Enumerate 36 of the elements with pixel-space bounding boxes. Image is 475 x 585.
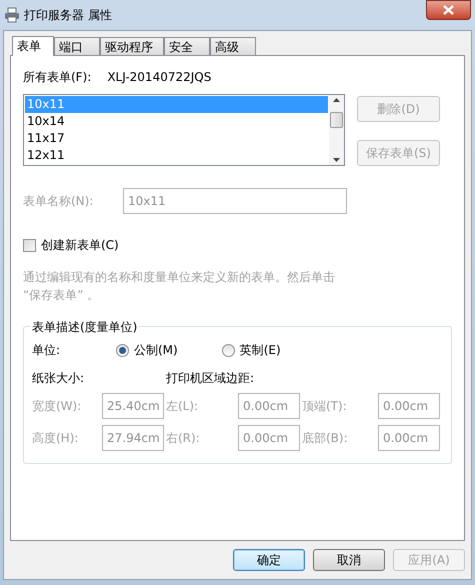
checkbox[interactable] [23,238,36,252]
tab[interactable]: 驱动程序 [100,37,164,55]
close-button[interactable] [426,0,471,20]
dialog-button[interactable]: 取消 [313,549,385,571]
paper-size-label: 纸张大小: [32,370,86,387]
scroll-thumb[interactable] [330,112,343,128]
down-arrow-icon [333,158,340,162]
units-label: 单位: [32,342,62,359]
list-item[interactable]: 11x17 [25,130,328,147]
checkbox-label: 创建新表单(C) [41,237,119,254]
up-arrow-icon [333,98,340,102]
printer-icon [4,7,20,23]
tab[interactable]: 高级 [210,37,256,55]
list-item[interactable]: 10x14 [25,113,328,130]
field-label: 顶端(T): [302,398,348,415]
radio-option[interactable]: 公制(M) [116,341,178,359]
tab[interactable]: 安全 [164,37,210,55]
list-item[interactable]: 12x11 [25,147,328,164]
field-label: 右(R): [166,430,201,447]
field-label: 左(L): [166,398,200,415]
forms-label: 所有表单(F): [23,69,92,86]
server-name: XLJ-20140722JQS [107,69,212,86]
tab[interactable]: 端口 [54,37,100,55]
dialog-button[interactable]: 确定 [233,549,305,571]
close-icon [443,5,454,15]
window-title: 打印服务器 属性 [24,7,112,24]
field-label: 高度(H): [32,430,80,447]
tab[interactable]: 表单 [12,36,54,56]
description: 通过编辑现有的名称和度量单位来定义新的表单。然后单击 “保存表单” 。 [23,269,336,304]
field-label: 底部(B): [302,430,349,447]
radio-option[interactable]: 英制(E) [222,341,281,359]
margin-label: 打印机区域边距: [166,370,254,387]
form-name-label: 表单名称(N): [23,193,94,210]
scrollbar[interactable] [329,95,344,165]
group-title: 表单描述(度量单位) [30,318,140,336]
field-label: 宽度(W): [32,398,82,415]
